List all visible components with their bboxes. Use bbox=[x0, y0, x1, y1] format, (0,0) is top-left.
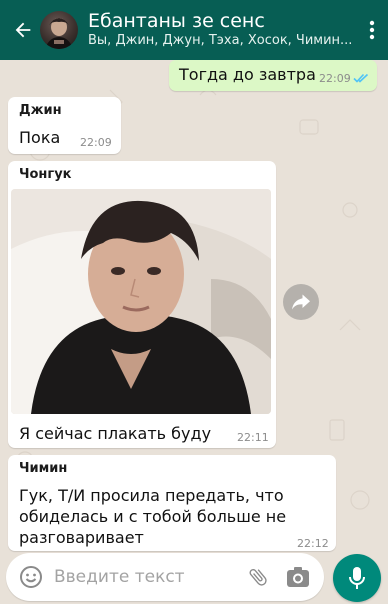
message-time: 22:11 bbox=[237, 431, 269, 444]
message-sender: Чонгук bbox=[19, 167, 72, 182]
message-text: Пока bbox=[19, 128, 61, 147]
message-composer bbox=[6, 553, 324, 601]
emoji-icon bbox=[20, 566, 42, 588]
forward-button[interactable] bbox=[283, 284, 319, 320]
group-avatar[interactable] bbox=[40, 11, 78, 49]
camera-icon bbox=[287, 567, 309, 587]
attach-icon bbox=[249, 569, 267, 586]
photo-image bbox=[11, 189, 271, 414]
avatar-image bbox=[45, 18, 73, 49]
incoming-message[interactable]: Чимин Гук, Т/И просила передать, что оби… bbox=[8, 455, 336, 551]
mic-icon bbox=[349, 567, 365, 589]
incoming-message[interactable]: Джин Пока 22:09 bbox=[8, 97, 121, 154]
message-text: Гук, Т/И просила передать, что обиделась… bbox=[19, 486, 287, 547]
message-text: Я сейчас плакать буду bbox=[19, 424, 212, 443]
camera-button[interactable] bbox=[284, 563, 312, 591]
photo-attachment[interactable] bbox=[11, 189, 271, 414]
voice-record-button[interactable] bbox=[333, 554, 381, 602]
chat-title-block[interactable]: Ебантаны зе сенс Вы, Джин, Джун, Тэха, Х… bbox=[88, 10, 356, 50]
message-sender: Джин bbox=[19, 103, 62, 118]
message-input[interactable] bbox=[54, 567, 244, 587]
message-sender: Чимин bbox=[19, 461, 68, 476]
outgoing-message[interactable]: Тогда до завтра 22:09 bbox=[169, 60, 377, 91]
emoji-button[interactable] bbox=[18, 564, 44, 590]
more-options-button[interactable] bbox=[356, 0, 388, 60]
chat-header: Ебантаны зе сенс Вы, Джин, Джун, Тэха, Х… bbox=[0, 0, 388, 60]
share-forward-icon bbox=[292, 294, 310, 310]
chat-members: Вы, Джин, Джун, Тэха, Хосок, Чимин... bbox=[88, 33, 353, 48]
message-time: 22:09 bbox=[319, 72, 351, 85]
incoming-photo-message[interactable]: Чонгук Я сейчас плакать буду 22:11 bbox=[8, 161, 276, 448]
attach-button[interactable] bbox=[244, 563, 272, 591]
read-ticks-icon bbox=[353, 73, 369, 83]
message-time: 22:12 bbox=[297, 537, 329, 550]
message-time: 22:09 bbox=[80, 136, 112, 149]
back-button[interactable] bbox=[6, 0, 40, 60]
more-vert-icon bbox=[369, 20, 375, 40]
chat-title: Ебантаны зе сенс bbox=[88, 10, 265, 32]
message-text: Тогда до завтра bbox=[179, 65, 316, 84]
back-arrow-icon bbox=[15, 22, 31, 38]
